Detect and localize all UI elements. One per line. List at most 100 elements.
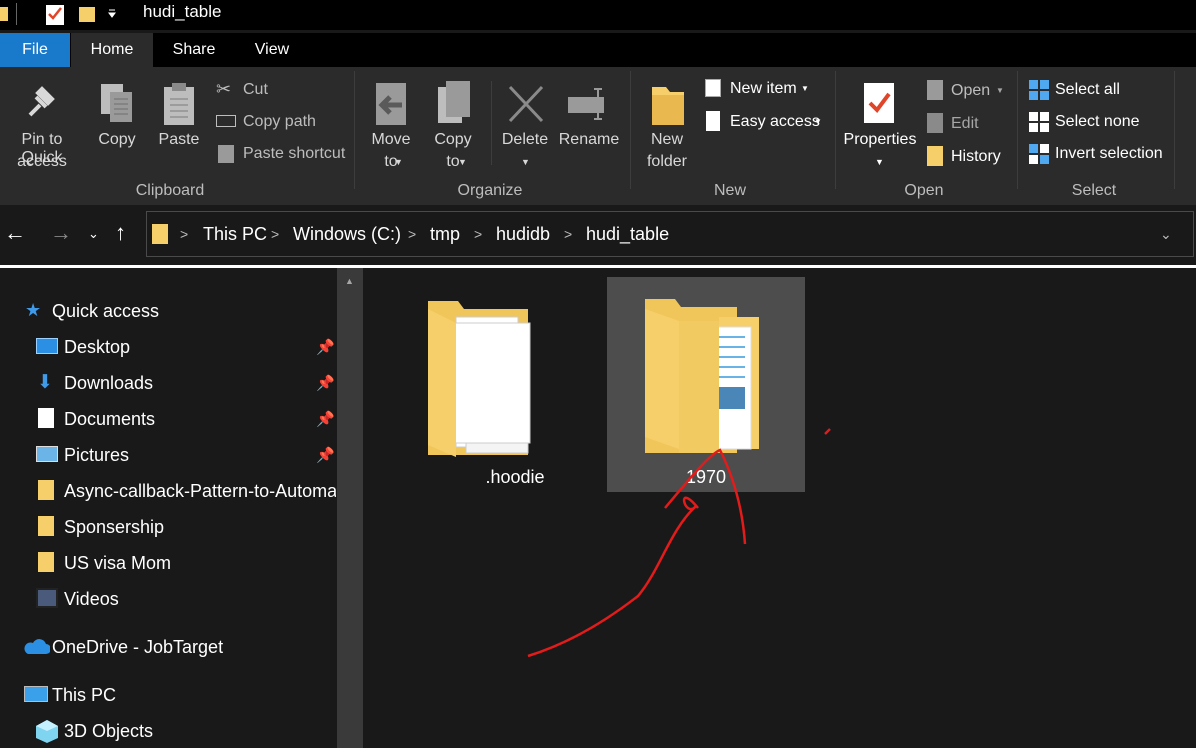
computer-icon: [24, 686, 48, 702]
new-item-label: New item: [730, 80, 797, 97]
open-button[interactable]: Open ▼: [926, 80, 1006, 104]
breadcrumb-windows-c[interactable]: Windows (C:): [293, 224, 401, 245]
documents-icon: [38, 408, 54, 428]
forward-arrow-icon[interactable]: →: [50, 220, 72, 246]
delete-button[interactable]: Delete ▼: [500, 79, 550, 179]
history-icon: [927, 146, 943, 166]
select-all-icon: [1029, 80, 1049, 100]
breadcrumb-chevron-icon[interactable]: >: [408, 226, 416, 242]
quick-access-toolbar[interactable]: [0, 3, 125, 27]
paste-icon: [164, 83, 194, 125]
nav-quick-access[interactable]: Quick access: [52, 301, 159, 322]
pin-icon: 📌: [316, 447, 335, 464]
select-none-icon: [1029, 112, 1049, 132]
pictures-icon: [36, 446, 58, 462]
breadcrumb-chevron-icon[interactable]: >: [564, 226, 572, 242]
chevron-down-icon: ▼: [521, 157, 530, 167]
nav-this-pc[interactable]: This PC: [52, 685, 116, 706]
pin-label-2: access: [17, 153, 67, 170]
title-bar: hudi_table: [0, 0, 1196, 30]
select-none-button[interactable]: Select none: [1028, 111, 1168, 135]
delete-label: Delete: [501, 131, 549, 148]
paste-button[interactable]: Paste: [156, 79, 202, 159]
nav-onedrive[interactable]: OneDrive - JobTarget: [52, 637, 223, 658]
breadcrumb-hudidb[interactable]: hudidb: [496, 224, 550, 245]
edit-button[interactable]: Edit: [926, 113, 1006, 137]
delete-icon: [508, 85, 544, 123]
pin-icon: 📌: [316, 411, 335, 428]
move-to-label-2: to: [384, 153, 398, 170]
select-all-button[interactable]: Select all: [1028, 79, 1168, 103]
invert-selection-button[interactable]: Invert selection: [1028, 143, 1178, 167]
open-group-label: Open: [904, 182, 944, 199]
tab-home[interactable]: Home: [71, 33, 153, 67]
nav-scrollbar[interactable]: ▲: [337, 268, 363, 748]
nav-item-videos[interactable]: Videos: [64, 589, 119, 610]
pin-icon: [28, 86, 55, 117]
pin-icon: 📌: [316, 375, 335, 392]
easy-access-button[interactable]: Easy access ▼: [703, 111, 833, 135]
tab-file[interactable]: File: [0, 33, 70, 67]
tab-share[interactable]: Share: [160, 33, 228, 67]
recent-locations-chevron-icon[interactable]: ⌄: [88, 226, 99, 242]
videos-icon: [36, 588, 58, 608]
pin-to-quick-access-button[interactable]: Pin to Quick access: [0, 79, 84, 179]
divider: [630, 71, 631, 189]
breadcrumb-tmp[interactable]: tmp: [430, 224, 460, 245]
breadcrumb-chevron-icon[interactable]: >: [180, 226, 188, 242]
cut-button[interactable]: ✂ Cut: [216, 79, 346, 103]
rename-button[interactable]: Rename: [558, 79, 620, 159]
rename-icon: [568, 88, 604, 120]
divider: [354, 71, 355, 189]
up-arrow-icon[interactable]: ↑: [115, 220, 126, 246]
copy-to-button[interactable]: Copy to ▼: [428, 79, 478, 179]
nav-3d-objects[interactable]: 3D Objects: [64, 721, 153, 742]
breadcrumb-chevron-icon[interactable]: >: [271, 226, 279, 242]
nav-item-downloads[interactable]: Downloads: [64, 373, 153, 394]
new-group-label: New: [713, 182, 746, 199]
copy-button[interactable]: Copy: [94, 79, 140, 159]
folder-icon: [38, 516, 54, 536]
chevron-down-icon: ▼: [996, 86, 1004, 95]
divider: [835, 71, 836, 189]
invert-selection-label: Invert selection: [1055, 145, 1163, 162]
cut-label: Cut: [243, 81, 268, 98]
tab-view[interactable]: View: [240, 33, 304, 67]
nav-item-documents[interactable]: Documents: [64, 409, 155, 430]
new-folder-button[interactable]: New folder: [640, 79, 694, 179]
move-to-button[interactable]: Move to ▼: [366, 79, 416, 179]
history-button[interactable]: History: [926, 146, 1016, 170]
breadcrumb-chevron-icon[interactable]: >: [474, 226, 482, 242]
onedrive-cloud-icon: [24, 639, 50, 654]
address-dropdown-chevron-icon[interactable]: ⌄: [1160, 226, 1172, 243]
move-to-label-1: Move: [371, 131, 411, 148]
paste-shortcut-icon: [218, 145, 234, 163]
properties-button[interactable]: Properties ▼: [842, 79, 918, 179]
nav-item-us-visa-mom[interactable]: US visa Mom: [64, 553, 171, 574]
edit-icon: [927, 113, 943, 133]
back-arrow-icon[interactable]: ←: [4, 220, 26, 246]
scroll-up-icon[interactable]: ▲: [345, 276, 354, 286]
move-to-icon: [376, 83, 406, 125]
organize-group-label: Organize: [457, 182, 523, 199]
ribbon-tabs: File Home Share View: [0, 33, 1196, 67]
nav-item-desktop[interactable]: Desktop: [64, 337, 130, 358]
3d-objects-icon: [36, 720, 58, 743]
new-item-button[interactable]: New item ▼: [703, 78, 823, 102]
nav-item-sponsership[interactable]: Sponsership: [64, 517, 164, 538]
nav-item-pictures[interactable]: Pictures: [64, 445, 129, 466]
history-label: History: [951, 148, 1001, 165]
folder-icon: [38, 480, 54, 500]
breadcrumb-this-pc[interactable]: This PC: [203, 224, 267, 245]
paste-shortcut-button[interactable]: Paste shortcut: [216, 143, 348, 167]
nav-item-async-callback[interactable]: Async-callback-Pattern-to-Automa: [64, 481, 336, 502]
navigation-pane: ★ Quick access Desktop 📌 ⬇ Downloads 📌 D…: [0, 268, 337, 748]
open-icon: [927, 80, 943, 100]
window-title: hudi_table: [143, 2, 222, 21]
copy-icon: [101, 84, 132, 122]
copy-path-button[interactable]: Copy path: [216, 111, 346, 135]
rename-label: Rename: [558, 131, 620, 148]
desktop-icon: [36, 338, 58, 354]
chevron-down-icon: ▼: [875, 157, 884, 167]
breadcrumb-hudi-table[interactable]: hudi_table: [586, 224, 669, 245]
